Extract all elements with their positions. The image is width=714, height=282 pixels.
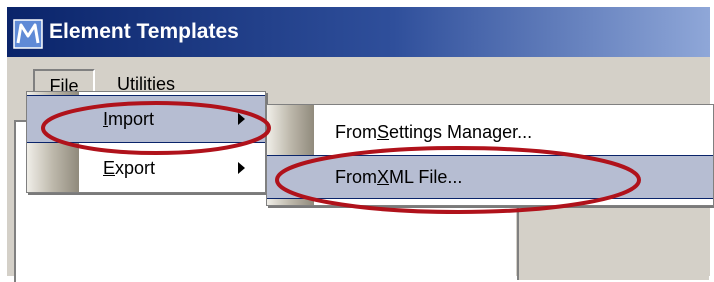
microstation-m-icon: [13, 19, 43, 49]
settings-label-pre: From: [335, 121, 377, 142]
xml-mnemonic: X: [377, 166, 390, 187]
menu-item-from-xml-file[interactable]: From X ML File...: [267, 155, 713, 199]
window-title: Element Templates: [49, 20, 239, 43]
xml-label-pre: From: [335, 166, 377, 187]
menu-item-import-label: Import: [103, 96, 154, 142]
menu-item-import[interactable]: Import: [27, 95, 265, 143]
export-label-rest: xport: [115, 157, 156, 178]
settings-mnemonic: S: [377, 121, 390, 142]
file-dropdown-menu: Import Export: [26, 91, 266, 193]
from-settings-manager-label: From Settings Manager...: [335, 111, 532, 153]
title-bar[interactable]: Element Templates: [7, 7, 710, 57]
settings-label-rest: ettings Manager...: [389, 121, 533, 142]
export-mnemonic: E: [103, 157, 116, 178]
menu-item-from-settings-manager[interactable]: From Settings Manager...: [267, 111, 713, 153]
submenu-arrow-icon: [238, 162, 245, 174]
submenu-arrow-icon: [238, 113, 245, 125]
import-label-rest: mport: [108, 108, 155, 129]
xml-label-rest: ML File...: [389, 166, 463, 187]
import-submenu: From Settings Manager... From X ML File..…: [266, 104, 714, 206]
menu-item-export[interactable]: Export: [27, 147, 265, 189]
menu-item-export-label: Export: [103, 147, 155, 189]
from-xml-file-label: From X ML File...: [335, 156, 462, 198]
